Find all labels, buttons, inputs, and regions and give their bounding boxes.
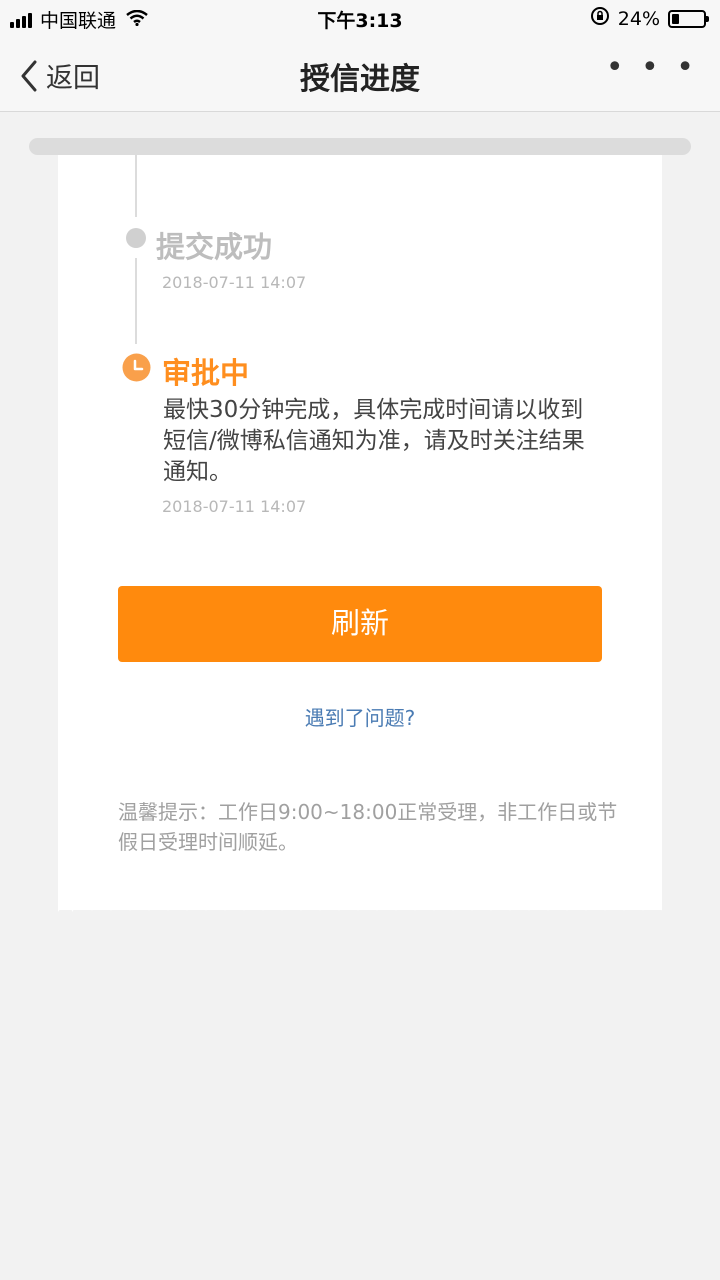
- step-time-reviewing: 2018-07-11 14:07: [162, 497, 307, 516]
- battery-fill: [672, 13, 680, 24]
- receipt-scallop-edge: [58, 904, 662, 912]
- step-title-reviewing: 审批中: [162, 356, 250, 390]
- step-complete-dot: [126, 228, 146, 248]
- refresh-button[interactable]: 刷新: [118, 586, 602, 662]
- problem-link[interactable]: 遇到了问题?: [0, 702, 720, 731]
- tip-text: 温馨提示：工作日9:00~18:00正常受理，非工作日或节假日受理时间顺延。: [118, 800, 618, 854]
- step-title-submitted: 提交成功: [156, 230, 273, 264]
- status-right: 24%: [590, 6, 709, 31]
- receipt-slot: [29, 138, 691, 155]
- clock-icon: [122, 353, 151, 382]
- status-bar: 中国联通 下午3:13 24%: [0, 0, 720, 36]
- battery-icon: [668, 9, 709, 28]
- step-description-reviewing: 最快30分钟完成，具体完成时间请以收到短信/微博私信通知为准，请及时关注结果通知…: [163, 397, 585, 485]
- nav-bar: 返回 授信进度 • • •: [0, 36, 720, 112]
- step-time-submitted: 2018-07-11 14:07: [162, 273, 307, 292]
- battery-percent: 24%: [617, 7, 660, 30]
- timeline-line-middle: [135, 258, 137, 344]
- more-icon[interactable]: • • •: [606, 53, 698, 83]
- timeline-line-top: [135, 155, 137, 217]
- rotation-lock-icon: [590, 6, 610, 31]
